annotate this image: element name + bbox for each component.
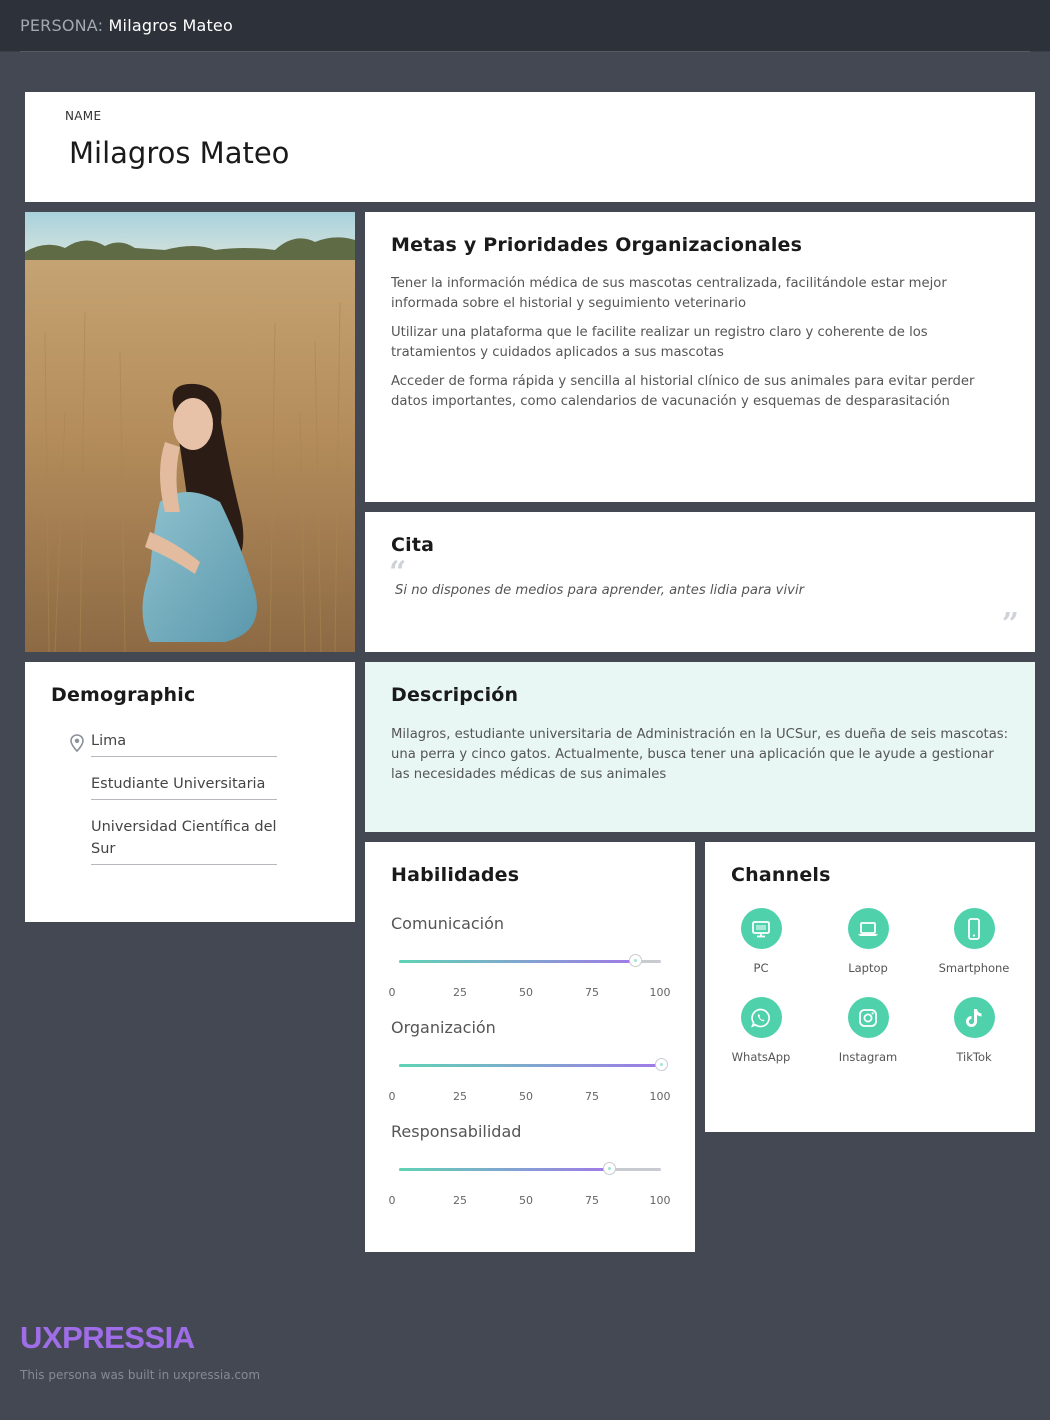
quote-title: Cita	[391, 534, 435, 556]
channel-label: WhatsApp	[731, 1050, 791, 1064]
whatsapp-icon	[740, 997, 782, 1038]
skill-slider-fill	[399, 960, 635, 963]
goal-item: Utilizar una plataforma que le facilite …	[391, 325, 928, 360]
photo-illustration	[25, 212, 355, 652]
persona-prefix: PERSONA:	[20, 16, 104, 35]
channel-pc: PC	[711, 908, 811, 975]
skill-scale-tick: 0	[388, 1090, 396, 1103]
skill-scale: 0 25 50 75 100	[388, 1194, 675, 1208]
map-pin-icon	[70, 734, 84, 752]
instagram-icon	[847, 997, 889, 1038]
channel-laptop: Laptop	[818, 908, 918, 975]
channels-title: Channels	[731, 864, 831, 886]
skill-scale-tick: 25	[453, 986, 467, 999]
skill-scale-tick: 75	[585, 986, 599, 999]
skill-slider-track	[399, 1058, 668, 1071]
skill-scale-tick: 50	[519, 1194, 533, 1207]
persona-photo	[25, 212, 355, 652]
monitor-icon	[740, 908, 782, 949]
skill-item: Responsabilidad 0 25 50 75 100	[389, 1122, 675, 1207]
goals-title: Metas y Prioridades Organizacionales	[391, 234, 803, 256]
description-text: Milagros, estudiante universitaria de Ad…	[391, 727, 1009, 782]
demographic-occupation: Estudiante Universitaria	[91, 773, 277, 800]
skill-scale: 0 25 50 75 100	[388, 986, 675, 1000]
name-value: Milagros Mateo	[69, 136, 290, 170]
quote-card: Cita “ Si no dispones de medios para apr…	[365, 512, 1035, 652]
channel-label: PC	[753, 961, 769, 975]
goals-list: Tener la información médica de sus masco…	[391, 274, 1009, 412]
description-title: Descripción	[391, 684, 519, 706]
skill-scale-tick: 100	[649, 1194, 671, 1207]
demographic-list: Lima Estudiante Universitaria Universida…	[91, 730, 277, 881]
skill-scale-tick: 50	[519, 986, 533, 999]
divider	[20, 51, 1030, 52]
skill-scale-tick: 0	[388, 986, 396, 999]
demographic-location: Lima	[91, 730, 277, 757]
demographic-university: Universidad Científica del Sur	[91, 816, 277, 865]
skill-item: Comunicación 0 25 50 75 100	[389, 914, 675, 999]
top-bar: PERSONA: Milagros Mateo	[0, 0, 1050, 52]
channel-label: Instagram	[838, 1050, 898, 1064]
skill-item: Organización 0 25 50 75 100	[389, 1018, 675, 1103]
skills-title: Habilidades	[391, 864, 520, 886]
uxpressia-logo[interactable]: UXPRESSIA	[20, 1320, 195, 1356]
name-label: NAME	[65, 109, 102, 123]
skill-scale-tick: 0	[388, 1194, 396, 1207]
laptop-icon	[847, 908, 889, 949]
smartphone-icon	[953, 908, 995, 949]
skill-scale-tick: 100	[649, 986, 671, 999]
description-card: Descripción Milagros, estudiante univers…	[365, 662, 1035, 832]
channel-tiktok: TikTok	[924, 997, 1024, 1064]
skills-card: Habilidades Comunicación 0 25 50 75 100 Organi…	[365, 842, 695, 1252]
skill-slider-track	[399, 954, 661, 967]
channel-label: Laptop	[848, 961, 888, 975]
skill-scale-tick: 50	[519, 1090, 533, 1103]
skill-slider-fill	[399, 1168, 609, 1171]
skill-scale-tick: 75	[585, 1090, 599, 1103]
skill-slider-thumb[interactable]	[629, 954, 642, 967]
skill-scale-tick: 25	[453, 1194, 467, 1207]
skill-scale-tick: 75	[585, 1194, 599, 1207]
persona-title: PERSONA: Milagros Mateo	[20, 16, 233, 35]
channel-instagram: Instagram	[818, 997, 918, 1064]
footer-note: This persona was built in uxpressia.com	[20, 1368, 261, 1382]
persona-header-name: Milagros Mateo	[108, 16, 233, 35]
skill-name: Comunicación	[391, 914, 505, 933]
channel-smartphone: Smartphone	[924, 908, 1024, 975]
goal-item: Acceder de forma rápida y sencilla al hi…	[391, 374, 975, 409]
name-card: NAME Milagros Mateo	[25, 92, 1035, 202]
skill-scale: 0 25 50 75 100	[388, 1090, 675, 1104]
channel-label: TikTok	[956, 1050, 992, 1064]
skill-name: Organización	[391, 1018, 496, 1037]
skill-slider-thumb[interactable]	[655, 1058, 668, 1071]
skill-slider-track	[399, 1162, 661, 1175]
skill-slider-fill	[399, 1064, 661, 1067]
skill-scale-tick: 100	[649, 1090, 671, 1103]
skill-slider-thumb[interactable]	[603, 1162, 616, 1175]
demographic-card: Demographic Lima Estudiante Universitari…	[25, 662, 355, 922]
goals-card: Metas y Prioridades Organizacionales Ten…	[365, 212, 1035, 502]
channel-whatsapp: WhatsApp	[711, 997, 811, 1064]
channel-label: Smartphone	[938, 961, 1010, 975]
channels-card: Channels PC Laptop Smartphone WhatsApp I…	[705, 842, 1035, 1132]
skill-name: Responsabilidad	[391, 1122, 522, 1141]
goal-item: Tener la información médica de sus masco…	[391, 276, 947, 311]
demographic-title: Demographic	[51, 684, 196, 706]
quote-text: Si no dispones de medios para aprender, …	[395, 583, 805, 598]
skill-scale-tick: 25	[453, 1090, 467, 1103]
tiktok-icon	[953, 997, 995, 1038]
quote-close-icon: ”	[1001, 607, 1019, 642]
